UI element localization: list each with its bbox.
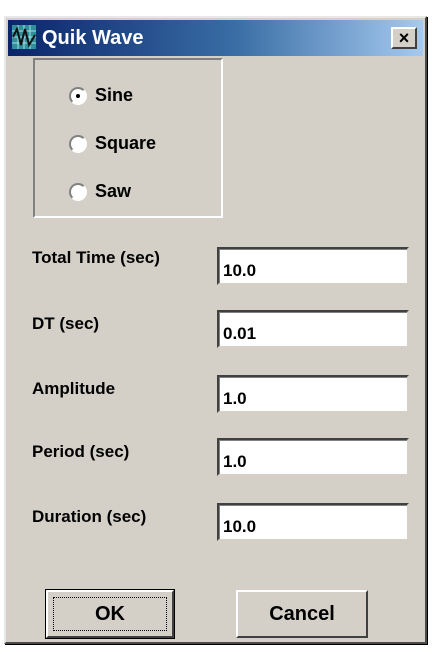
radio-label-sine[interactable]: Sine: [95, 85, 133, 106]
close-button[interactable]: ×: [391, 27, 417, 49]
close-icon: ×: [398, 28, 410, 48]
dt-label: DT (sec): [32, 314, 100, 333]
amplitude-input[interactable]: 1.0: [217, 375, 409, 413]
cancel-button-label: Cancel: [269, 603, 335, 625]
amplitude-label: Amplitude: [32, 379, 116, 398]
total-time-input[interactable]: 10.0: [217, 247, 409, 285]
wave-app-icon: [12, 25, 36, 49]
window-title: Quik Wave: [42, 27, 144, 49]
title-bar[interactable]: Quik Wave ×: [8, 20, 423, 56]
radio-label-square[interactable]: Square: [95, 133, 156, 154]
quik-wave-dialog: Quik Wave × Sine Square Saw Total Time (…: [4, 16, 427, 644]
radio-label-saw[interactable]: Saw: [95, 181, 131, 202]
wave-type-group: Sine Square Saw: [33, 58, 223, 218]
dt-input[interactable]: 0.01: [217, 310, 409, 348]
duration-label: Duration (sec): [32, 507, 147, 526]
total-time-label: Total Time (sec): [32, 248, 160, 267]
duration-input[interactable]: 10.0: [217, 503, 409, 541]
radio-selected-dot: [76, 94, 80, 98]
focus-rect: [53, 597, 167, 631]
period-label: Period (sec): [32, 442, 130, 461]
ok-button[interactable]: OK: [45, 589, 175, 639]
radio-button-sine[interactable]: [69, 87, 87, 105]
radio-button-square[interactable]: [69, 135, 87, 153]
radio-button-saw[interactable]: [69, 183, 87, 201]
period-input[interactable]: 1.0: [217, 438, 409, 476]
cancel-button[interactable]: Cancel: [236, 590, 368, 638]
